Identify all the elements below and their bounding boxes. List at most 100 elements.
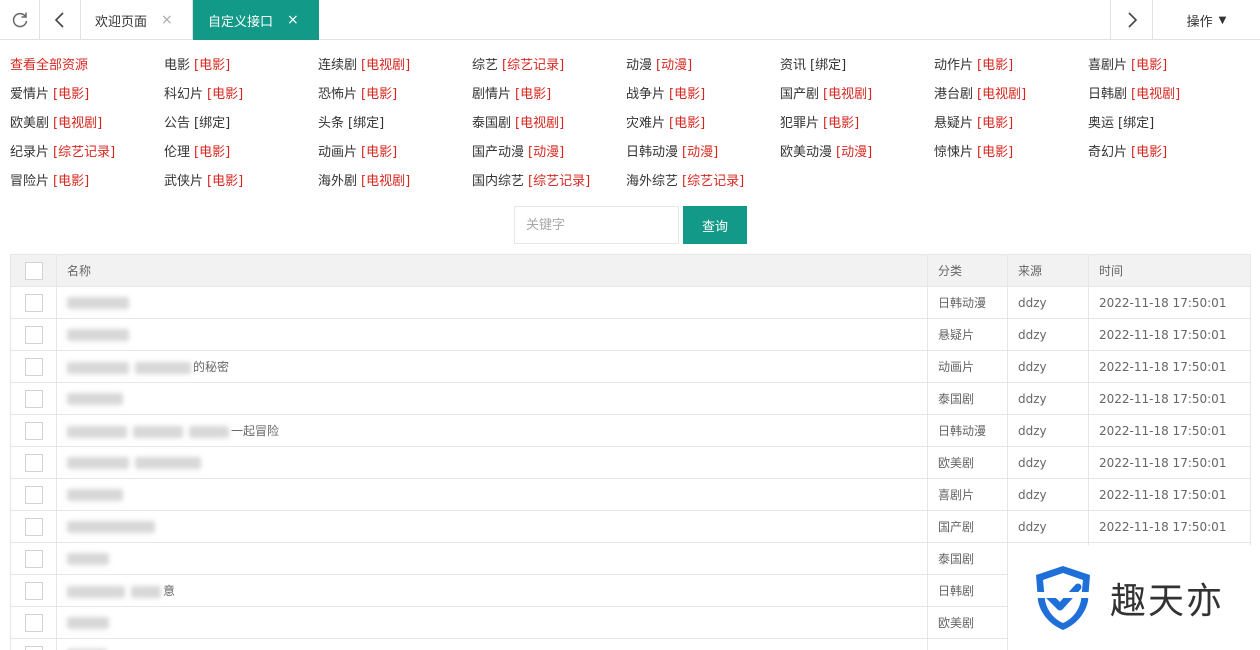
- table-row[interactable]: 的秘密 动画片 ddzy 2022-11-18 17:50:01: [10, 350, 1251, 383]
- table-row[interactable]: 喜剧片 ddzy 2022-11-18 17:50:01: [10, 478, 1251, 511]
- table-row[interactable]: 欧美剧 ddzy 2022-11-18 17:50:01: [10, 446, 1251, 479]
- category-link[interactable]: 灾难片 [电影]: [626, 113, 780, 135]
- category-name: 剧情片: [472, 87, 512, 102]
- category-link[interactable]: 海外综艺 [综艺记录]: [626, 171, 780, 193]
- category-link[interactable]: 欧美剧 [电视剧]: [10, 113, 164, 135]
- category-link[interactable]: 海外剧 [电视剧]: [318, 171, 472, 193]
- category-link[interactable]: 日韩剧 [电视剧]: [1088, 84, 1242, 106]
- row-checkbox[interactable]: [24, 485, 43, 504]
- category-link[interactable]: 恐怖片 [电影]: [318, 84, 472, 106]
- category-link[interactable]: 犯罪片 [电影]: [780, 113, 934, 135]
- row-checkbox[interactable]: [24, 549, 43, 568]
- category-link[interactable]: 惊悚片 [电影]: [934, 142, 1088, 164]
- category-link[interactable]: 爱情片 [电影]: [10, 84, 164, 106]
- row-checkbox[interactable]: [24, 357, 43, 376]
- redacted-text: [67, 553, 109, 565]
- category-link[interactable]: 资讯 [绑定]: [780, 55, 934, 77]
- table-row[interactable]: 一起冒险 日韩动漫 ddzy 2022-11-18 17:50:01: [10, 414, 1251, 447]
- cell-category: 悬疑片: [927, 318, 1008, 351]
- cell-category: 欧美剧: [927, 606, 1008, 639]
- category-link[interactable]: 日韩动漫 [动漫]: [626, 142, 780, 164]
- redacted-text: [67, 329, 129, 341]
- redacted-text: [67, 393, 123, 405]
- redacted-text: [67, 489, 123, 501]
- refresh-icon: [12, 12, 27, 28]
- category-name: 战争片: [626, 87, 666, 102]
- operations-dropdown[interactable]: 操作 ▼: [1152, 0, 1260, 40]
- table-row[interactable]: 悬疑片 ddzy 2022-11-18 17:50:01: [10, 318, 1251, 351]
- category-name: 连续剧: [318, 58, 358, 73]
- row-select-cell: [10, 574, 57, 607]
- tab-welcome[interactable]: 欢迎页面 ×: [81, 0, 193, 40]
- row-checkbox[interactable]: [24, 389, 43, 408]
- row-select-cell: [10, 510, 57, 543]
- row-checkbox[interactable]: [24, 325, 43, 344]
- category-link[interactable]: 国内综艺 [综艺记录]: [472, 171, 626, 193]
- query-button[interactable]: 查询: [683, 206, 747, 244]
- category-link[interactable]: 奥运 [绑定]: [1088, 113, 1242, 135]
- cell-name: [56, 606, 928, 639]
- row-checkbox[interactable]: [24, 517, 43, 536]
- view-all-resources-link[interactable]: 查看全部资源: [10, 55, 164, 77]
- cell-time: 2022-11-18 17:50:01: [1088, 510, 1251, 543]
- category-link[interactable]: 电影 [电影]: [164, 55, 318, 77]
- cell-category: 喜剧片: [927, 478, 1008, 511]
- category-link[interactable]: 剧情片 [电影]: [472, 84, 626, 106]
- category-link[interactable]: 公告 [绑定]: [164, 113, 318, 135]
- row-checkbox[interactable]: [24, 581, 43, 600]
- keyword-search-input[interactable]: [514, 206, 679, 244]
- row-checkbox[interactable]: [24, 645, 43, 650]
- name-visible-text: 的秘密: [193, 360, 230, 374]
- cell-time: 2022-11-18 17:50:01: [1088, 350, 1251, 383]
- cell-category: 泰国剧: [927, 382, 1008, 415]
- category-link[interactable]: 武侠片 [电影]: [164, 171, 318, 193]
- category-link[interactable]: 纪录片 [综艺记录]: [10, 142, 164, 164]
- category-link[interactable]: 动画片 [电影]: [318, 142, 472, 164]
- caret-down-icon: ▼: [1218, 14, 1227, 26]
- category-name: 头条: [318, 116, 345, 131]
- category-type-tag: [电视剧]: [361, 174, 411, 189]
- category-link[interactable]: 欧美动漫 [动漫]: [780, 142, 934, 164]
- close-icon[interactable]: ×: [161, 12, 173, 28]
- row-checkbox[interactable]: [24, 293, 43, 312]
- category-link[interactable]: 连续剧 [电视剧]: [318, 55, 472, 77]
- category-name: 喜剧片: [1088, 58, 1128, 73]
- tabs-scroll-right-button[interactable]: [1110, 0, 1152, 40]
- category-link[interactable]: 动漫 [动漫]: [626, 55, 780, 77]
- category-type-tag: [电视剧]: [1131, 87, 1181, 102]
- category-link[interactable]: 冒险片 [电影]: [10, 171, 164, 193]
- category-link[interactable]: 伦理 [电影]: [164, 142, 318, 164]
- cell-category: 泰国剧: [927, 542, 1008, 575]
- refresh-button[interactable]: [0, 0, 40, 40]
- category-link[interactable]: 综艺 [综艺记录]: [472, 55, 626, 77]
- category-name: 查看全部资源: [10, 58, 89, 73]
- table-row[interactable]: 国产剧 ddzy 2022-11-18 17:50:01: [10, 510, 1251, 543]
- category-link[interactable]: 悬疑片 [电影]: [934, 113, 1088, 135]
- category-link[interactable]: 喜剧片 [电影]: [1088, 55, 1242, 77]
- cell-name: 意: [56, 574, 928, 607]
- table-row[interactable]: 泰国剧 ddzy 2022-11-18 17:50:01: [10, 382, 1251, 415]
- tabs-scroll-left-button[interactable]: [40, 0, 81, 40]
- category-link[interactable]: 泰国剧 [电视剧]: [472, 113, 626, 135]
- close-icon[interactable]: ×: [287, 12, 299, 28]
- category-link[interactable]: 港台剧 [电视剧]: [934, 84, 1088, 106]
- row-select-cell: [10, 318, 57, 351]
- category-type-tag: [电视剧]: [977, 87, 1027, 102]
- row-checkbox[interactable]: [24, 453, 43, 472]
- row-checkbox[interactable]: [24, 421, 43, 440]
- category-link[interactable]: 头条 [绑定]: [318, 113, 472, 135]
- category-link[interactable]: 战争片 [电影]: [626, 84, 780, 106]
- select-all-checkbox[interactable]: [24, 261, 43, 280]
- cell-category: 动画片: [927, 350, 1008, 383]
- row-checkbox[interactable]: [24, 613, 43, 632]
- category-link[interactable]: 国产动漫 [动漫]: [472, 142, 626, 164]
- cell-category: 国产剧: [927, 510, 1008, 543]
- category-link[interactable]: 国产剧 [电视剧]: [780, 84, 934, 106]
- category-link[interactable]: 科幻片 [电影]: [164, 84, 318, 106]
- table-row[interactable]: 日韩动漫 ddzy 2022-11-18 17:50:01: [10, 286, 1251, 319]
- cell-name: 一起冒险: [56, 414, 928, 447]
- cell-source: ddzy: [1007, 478, 1089, 511]
- category-link[interactable]: 动作片 [电影]: [934, 55, 1088, 77]
- category-link[interactable]: 奇幻片 [电影]: [1088, 142, 1242, 164]
- tab-custom-interface[interactable]: 自定义接口 ×: [193, 0, 319, 40]
